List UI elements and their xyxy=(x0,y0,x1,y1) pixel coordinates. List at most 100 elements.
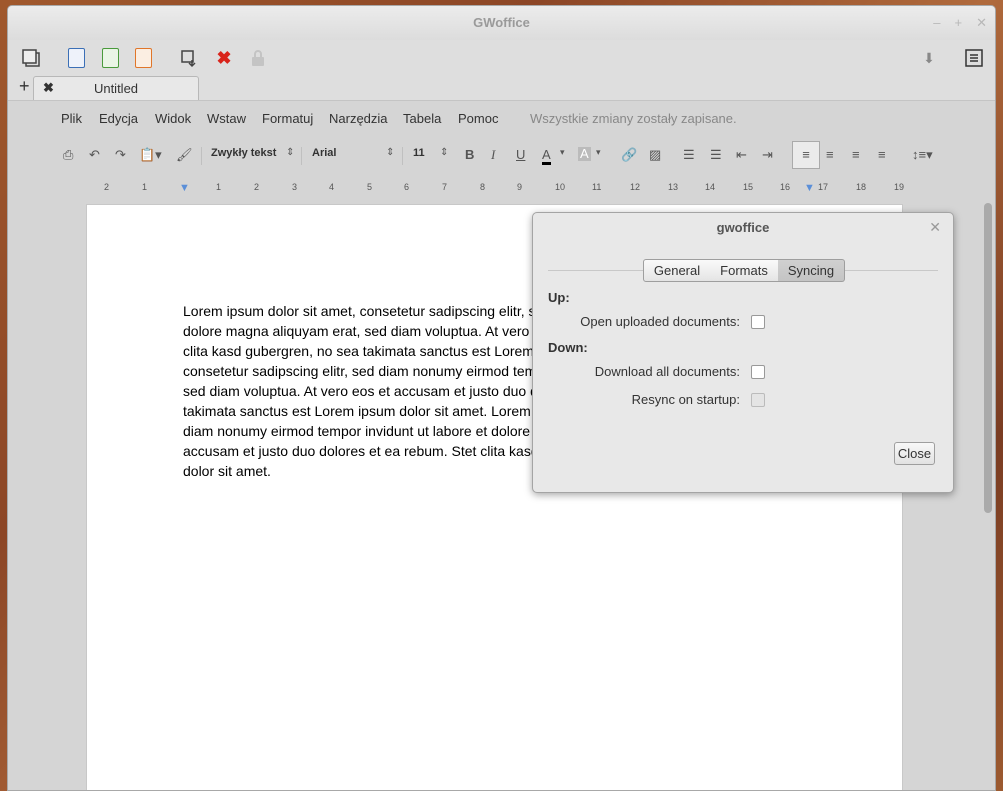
ruler-label: 5 xyxy=(367,182,373,192)
bulleted-list-icon[interactable]: ☰ xyxy=(710,147,722,163)
size-select[interactable]: 11 xyxy=(413,147,425,159)
ruler-label: 12 xyxy=(630,182,641,192)
align-center-icon[interactable]: ≡ xyxy=(826,147,834,162)
format-toolbar: ⎙ ↶ ↷ 📋▾ 🖌 Zwykły tekst ⇕ Arial ⇕ 11 ⇕ B… xyxy=(8,137,995,173)
left-indent-marker-icon[interactable]: ▼ xyxy=(179,182,190,194)
decrease-indent-icon[interactable]: ⇤ xyxy=(736,147,747,163)
menu-narzedzia[interactable]: Narzędzia xyxy=(329,111,388,126)
title-bar: GWoffice – + ✕ xyxy=(8,6,995,40)
open-uploaded-checkbox[interactable] xyxy=(751,315,765,329)
tab-syncing[interactable]: Syncing xyxy=(778,259,845,282)
menu-formatuj[interactable]: Formatuj xyxy=(262,111,313,126)
delete-icon[interactable]: ✖ xyxy=(213,47,235,69)
save-status: Wszystkie zmiany zostały zapisane. xyxy=(530,111,737,126)
menu-pomoc[interactable]: Pomoc xyxy=(458,111,498,126)
bold-icon[interactable]: B xyxy=(465,147,474,162)
text-color-dropdown-icon[interactable]: ▾ xyxy=(560,147,565,158)
ruler-label: 1 xyxy=(142,182,148,192)
ruler-label: 19 xyxy=(894,182,905,192)
right-indent-marker-icon[interactable]: ▼ xyxy=(804,182,815,194)
download-all-label: Download all documents: xyxy=(594,364,740,379)
highlight-color-icon[interactable]: A xyxy=(578,147,591,161)
menu-icon[interactable] xyxy=(963,47,985,69)
ruler-label: 4 xyxy=(329,182,335,192)
ruler-label: 13 xyxy=(668,182,679,192)
font-chevron-icon: ⇕ xyxy=(386,147,395,158)
close-button[interactable]: Close xyxy=(894,442,935,465)
menu-plik[interactable]: Plik xyxy=(61,111,82,126)
download-all-checkbox[interactable] xyxy=(751,365,765,379)
font-select[interactable]: Arial xyxy=(312,147,336,159)
resync-label: Resync on startup: xyxy=(631,392,740,407)
ruler-label: 11 xyxy=(592,182,602,192)
tab-untitled[interactable]: ✖ Untitled xyxy=(33,76,199,100)
size-chevron-icon: ⇕ xyxy=(440,147,449,158)
new-spreadsheet-icon[interactable] xyxy=(99,47,121,69)
style-chevron-icon: ⇕ xyxy=(286,147,295,158)
app-toolbar: ✖ ⬇ xyxy=(8,40,995,76)
tab-title: Untitled xyxy=(93,81,139,96)
ruler-label: 15 xyxy=(743,182,754,192)
paste-icon[interactable]: 📋▾ xyxy=(139,147,162,163)
ruler-label: 7 xyxy=(442,182,448,192)
ruler-label: 2 xyxy=(254,182,260,192)
ruler-label: 8 xyxy=(480,182,486,192)
vertical-scrollbar[interactable] xyxy=(984,203,992,513)
text-color-icon[interactable]: A xyxy=(542,147,551,165)
documents-icon[interactable] xyxy=(20,47,42,69)
underline-icon[interactable]: U xyxy=(516,147,525,162)
link-icon[interactable]: 🔗 xyxy=(621,147,637,163)
highlight-dropdown-icon[interactable]: ▾ xyxy=(596,147,601,158)
line-spacing-icon[interactable]: ↕≡▾ xyxy=(912,147,933,163)
window-title: GWoffice xyxy=(473,15,530,30)
menu-wstaw[interactable]: Wstaw xyxy=(207,111,246,126)
tab-formats[interactable]: Formats xyxy=(710,259,779,282)
up-section-label: Up: xyxy=(548,290,570,305)
dialog-close-icon[interactable]: ✕ xyxy=(929,219,941,236)
paint-format-icon[interactable]: 🖌 xyxy=(176,147,193,163)
ruler: 2 1 ▼ 1 2 3 4 5 6 7 8 9 10 11 12 13 14 1… xyxy=(86,182,906,196)
open-uploaded-label: Open uploaded documents: xyxy=(580,314,740,329)
align-right-icon[interactable]: ≡ xyxy=(852,147,860,162)
separator xyxy=(301,147,302,165)
resync-checkbox[interactable] xyxy=(751,393,765,407)
minimize-icon[interactable]: – xyxy=(933,6,940,40)
ruler-label: 17 xyxy=(818,182,829,192)
numbered-list-icon[interactable]: ☰ xyxy=(683,147,695,163)
ruler-label: 3 xyxy=(292,182,298,192)
print-icon[interactable]: ⎙ xyxy=(63,147,73,163)
ruler-label: 14 xyxy=(705,182,716,192)
justify-icon[interactable]: ≡ xyxy=(878,147,886,162)
lock-icon[interactable] xyxy=(247,47,269,69)
ruler-label: 16 xyxy=(780,182,791,192)
export-icon[interactable] xyxy=(178,47,200,69)
menu-tabela[interactable]: Tabela xyxy=(403,111,441,126)
close-window-icon[interactable]: ✕ xyxy=(976,6,987,40)
tabs-row: + ✖ Untitled xyxy=(8,76,995,100)
image-icon[interactable]: ▨ xyxy=(649,147,661,163)
ruler-label: 10 xyxy=(555,182,566,192)
align-left-icon[interactable]: ≡ xyxy=(792,141,820,169)
style-select[interactable]: Zwykły tekst xyxy=(211,147,276,159)
italic-icon[interactable]: I xyxy=(491,147,495,163)
menu-edycja[interactable]: Edycja xyxy=(99,111,138,126)
download-icon[interactable]: ⬇ xyxy=(918,47,940,69)
undo-icon[interactable]: ↶ xyxy=(89,147,100,163)
new-document-icon[interactable] xyxy=(65,47,87,69)
redo-icon[interactable]: ↷ xyxy=(115,147,126,163)
menu-widok[interactable]: Widok xyxy=(155,111,191,126)
new-tab-icon[interactable]: + xyxy=(19,76,30,97)
menu-bar: Plik Edycja Widok Wstaw Formatuj Narzędz… xyxy=(8,101,995,135)
tab-general[interactable]: General xyxy=(643,259,711,282)
increase-indent-icon[interactable]: ⇥ xyxy=(762,147,773,163)
ruler-label: 2 xyxy=(104,182,110,192)
separator xyxy=(201,147,202,165)
ruler-label: 6 xyxy=(404,182,410,192)
separator xyxy=(402,147,403,165)
new-presentation-icon[interactable] xyxy=(132,47,154,69)
ruler-label: 18 xyxy=(856,182,867,192)
maximize-icon[interactable]: + xyxy=(955,6,963,40)
ruler-label: 9 xyxy=(517,182,523,192)
down-section-label: Down: xyxy=(548,340,588,355)
dialog-title: gwoffice xyxy=(716,220,770,235)
